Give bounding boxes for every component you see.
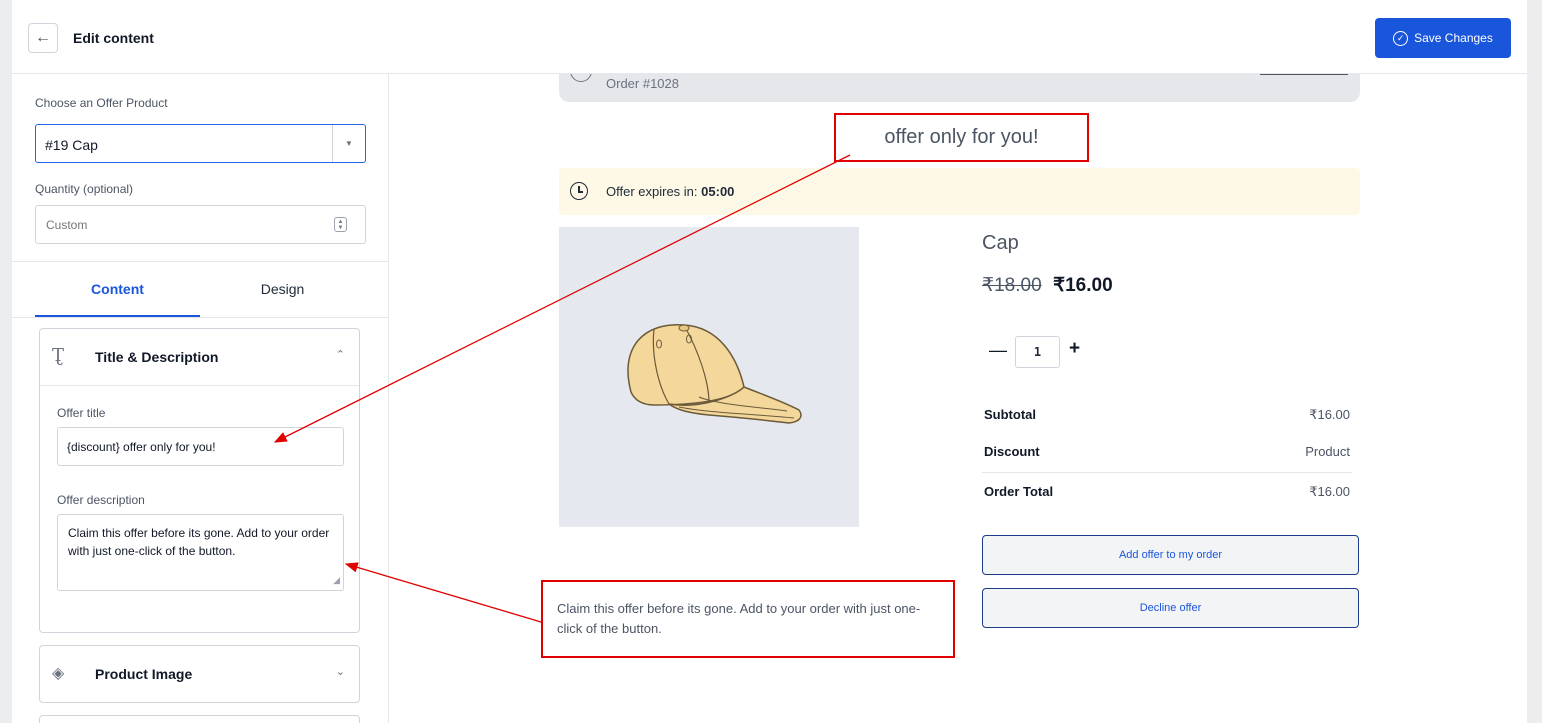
product-name: Cap — [982, 232, 1019, 254]
arrow-left-icon: ← — [35, 29, 51, 46]
resize-handle-icon[interactable]: ◢ — [333, 574, 340, 588]
collapsed-panel[interactable] — [39, 715, 360, 723]
check-circle-icon: ✓ — [1393, 30, 1409, 46]
offer-description-textarea[interactable]: Claim this offer before its gone. Add to… — [57, 514, 344, 591]
offer-title-label: Offer title — [57, 406, 106, 420]
quantity-spinner-icon[interactable]: ▲ ▼ — [334, 217, 347, 232]
chevron-down-icon[interactable]: ▼ — [332, 125, 365, 162]
summary-label: Discount — [984, 444, 1040, 459]
chevron-down-icon[interactable]: ⌄ — [336, 665, 345, 678]
expiry-label: Offer expires in: — [606, 184, 698, 199]
increase-quantity-button[interactable]: + — [1069, 338, 1080, 360]
check-circle-icon — [570, 74, 592, 82]
title-description-panel: T̢ Title & Description ⌃ Offer title {di… — [39, 328, 360, 633]
summary-row-discount: Discount Product — [982, 434, 1352, 470]
product-image — [559, 227, 859, 527]
tabs-divider — [12, 317, 388, 318]
tab-design[interactable]: Design — [200, 281, 365, 297]
summary-label: Order Total — [984, 484, 1054, 499]
quantity-input[interactable] — [35, 205, 366, 244]
back-button[interactable]: ← — [28, 23, 58, 53]
order-link-underline — [1260, 74, 1348, 75]
decrease-quantity-button[interactable]: — — [989, 340, 1007, 361]
title-description-heading: Title & Description — [95, 349, 219, 365]
box-icon: ◈ — [52, 663, 65, 682]
summary-row-subtotal: Subtotal ₹16.00 — [982, 397, 1352, 433]
summary-divider — [982, 472, 1352, 473]
section-divider — [12, 261, 388, 262]
summary-row-order-total: Order Total ₹16.00 — [982, 474, 1352, 510]
order-banner: Order #1028 — [559, 74, 1360, 102]
original-price: ₹18.00 — [982, 275, 1042, 296]
summary-value: ₹16.00 — [1309, 407, 1350, 422]
offer-description-label: Offer description — [57, 493, 145, 507]
quantity-label: Quantity (optional) — [35, 182, 134, 196]
add-offer-button[interactable]: Add offer to my order — [982, 535, 1359, 575]
top-bar: ← Edit content ✓ Save Changes — [12, 0, 1527, 74]
summary-value: ₹16.00 — [1309, 484, 1350, 499]
summary-label: Subtotal — [984, 407, 1036, 422]
sidebar: Choose an Offer Product #19 Cap ▼ Quanti… — [12, 74, 389, 723]
quantity-field[interactable]: 1 — [1015, 336, 1060, 368]
offer-expiry-bar: Offer expires in: 05:00 — [559, 168, 1360, 215]
text-icon: T̢ — [52, 345, 65, 366]
product-image-panel[interactable]: ◈ Product Image ⌄ — [39, 645, 360, 703]
save-changes-label: Save Changes — [1414, 31, 1493, 45]
product-image-heading: Product Image — [95, 666, 193, 682]
offer-product-label: Choose an Offer Product — [35, 96, 168, 110]
offer-description-value: Claim this offer before its gone. Add to… — [68, 526, 330, 558]
clock-icon — [570, 182, 588, 200]
offer-title-input[interactable]: {discount} offer only for you! — [57, 427, 344, 466]
offer-product-select[interactable]: #19 Cap ▼ — [35, 124, 366, 163]
order-number: Order #1028 — [606, 76, 679, 91]
offer-price: ₹16.00 — [1053, 275, 1113, 296]
tab-content[interactable]: Content — [35, 281, 200, 297]
page-title: Edit content — [73, 30, 154, 46]
expiry-time: 05:00 — [701, 184, 735, 199]
chevron-up-icon[interactable]: ⌃ — [336, 348, 345, 361]
decline-offer-button[interactable]: Decline offer — [982, 588, 1359, 628]
editor-app: ← Edit content ✓ Save Changes Choose an … — [12, 0, 1527, 723]
offer-description-callout: Claim this offer before its gone. Add to… — [541, 580, 955, 658]
summary-value: Product — [1305, 444, 1350, 459]
title-description-header[interactable]: T̢ Title & Description ⌃ — [40, 329, 359, 386]
offer-product-value: #19 Cap — [45, 137, 98, 153]
save-changes-button[interactable]: ✓ Save Changes — [1375, 18, 1511, 58]
offer-title-callout: offer only for you! — [834, 113, 1089, 162]
offer-expiry-text: Offer expires in: 05:00 — [606, 184, 734, 199]
cap-image — [627, 324, 802, 424]
